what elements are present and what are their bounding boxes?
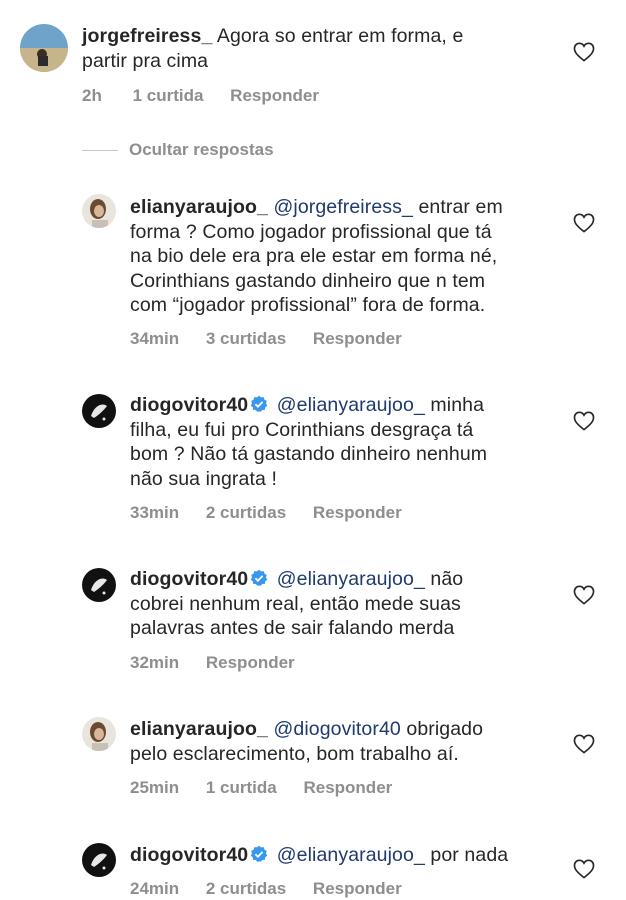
reply-time: 25min <box>130 778 180 797</box>
reply-username[interactable]: diogovitor40 <box>130 568 248 590</box>
comment-likes[interactable]: 1 curtida <box>133 86 204 105</box>
reply-text-line: filha, eu fui pro Corinthians desgraça t… <box>130 418 474 441</box>
reply-text: obrigado <box>406 718 484 740</box>
heart-outline-icon[interactable] <box>573 42 595 62</box>
reply-text-line: não sua ingrata ! <box>130 467 277 490</box>
verified-badge-icon <box>250 569 268 586</box>
reply-button[interactable]: Responder <box>206 653 295 672</box>
reply-mention[interactable]: @elianyaraujoo_ <box>277 844 425 866</box>
reply-text: entrar em <box>418 196 503 218</box>
avatar-diogovitor40[interactable] <box>82 843 116 877</box>
reply-time: 34min <box>130 329 180 348</box>
reply-text-line: pelo esclarecimento, bom trabalho aí. <box>130 742 459 765</box>
reply-time: 33min <box>130 503 180 522</box>
heart-outline-icon[interactable] <box>573 411 595 431</box>
reply-button[interactable]: Responder <box>313 503 402 522</box>
reply-likes[interactable]: 2 curtidas <box>206 879 286 898</box>
divider-line <box>82 150 118 151</box>
comment-text-cont: partir pra cima <box>82 49 209 72</box>
reply-text: minha <box>430 394 485 416</box>
reply-time: 32min <box>130 653 180 672</box>
reply-button[interactable]: Responder <box>230 86 319 105</box>
hide-replies-label: Ocultar respostas <box>129 140 274 159</box>
reply-likes[interactable]: 3 curtidas <box>206 329 286 348</box>
comment-time: 2h <box>82 86 102 105</box>
heart-outline-icon[interactable] <box>573 213 595 233</box>
reply-text-line: na bio dele era pra ele estar em forma n… <box>130 245 498 267</box>
reply-likes[interactable]: 2 curtidas <box>206 503 286 522</box>
reply-text-line: palavras antes de sair falando merda <box>130 617 455 639</box>
avatar-diogovitor40[interactable] <box>82 394 116 428</box>
reply-likes[interactable]: 1 curtida <box>206 778 277 797</box>
reply-text-line: Corinthians gastando dinheiro que n tem <box>130 269 486 292</box>
reply-text: não <box>430 568 464 590</box>
reply-time: 24min <box>130 879 180 898</box>
comment-username[interactable]: jorgefreiress_ <box>82 25 212 47</box>
reply-text-line: cobrei nenhum real, então mede suas <box>130 592 461 615</box>
verified-badge-icon <box>250 395 268 412</box>
comment-text: Agora so entrar em forma, e <box>216 25 464 47</box>
avatar-jorgefreiress[interactable] <box>20 24 68 72</box>
avatar-elianyaraujoo[interactable] <box>82 194 116 228</box>
reply-button[interactable]: Responder <box>303 778 392 797</box>
reply-mention[interactable]: @diogovitor40 <box>274 718 401 740</box>
avatar-elianyaraujoo[interactable] <box>82 717 116 751</box>
reply-text-line: com “jogador profissional” fora de forma… <box>130 294 486 316</box>
reply-text-line: forma ? Como jogador profissional que tá <box>130 220 492 243</box>
verified-badge-icon <box>250 845 268 862</box>
heart-outline-icon[interactable] <box>573 585 595 605</box>
reply-button[interactable]: Responder <box>313 879 402 898</box>
reply-username[interactable]: elianyaraujoo_ <box>130 196 268 218</box>
heart-outline-icon[interactable] <box>573 734 595 754</box>
heart-outline-icon[interactable] <box>573 859 595 879</box>
reply-button[interactable]: Responder <box>313 329 402 348</box>
reply-text-line: bom ? Não tá gastando dinheiro nenhum <box>130 443 488 465</box>
avatar-diogovitor40[interactable] <box>82 568 116 602</box>
reply-mention[interactable]: @elianyaraujoo_ <box>277 568 425 590</box>
reply-mention[interactable]: @jorgefreiress_ <box>274 196 413 218</box>
reply-mention[interactable]: @elianyaraujoo_ <box>277 394 425 416</box>
reply-username[interactable]: diogovitor40 <box>130 394 248 416</box>
reply-username[interactable]: elianyaraujoo_ <box>130 718 268 740</box>
reply-text: por nada <box>430 844 509 866</box>
reply-username[interactable]: diogovitor40 <box>130 844 248 866</box>
